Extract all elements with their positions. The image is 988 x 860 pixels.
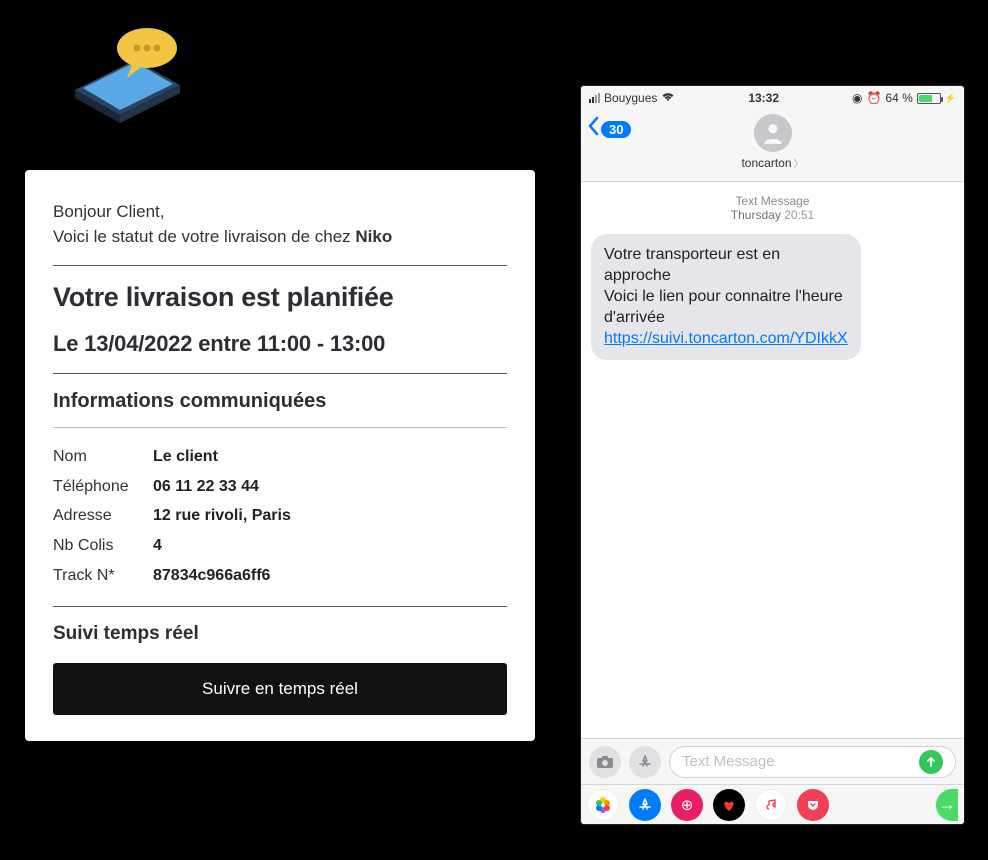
camera-button[interactable] — [589, 746, 621, 778]
back-button[interactable]: 30 — [587, 116, 631, 142]
status-bar: Bouygues 13:32 ◉ ⏰ 64 % ⚡ — [581, 86, 964, 110]
charging-icon: ⚡ — [945, 93, 956, 104]
table-row: Track N* 87834c966a6ff6 — [53, 561, 507, 591]
sender-name: Niko — [355, 227, 392, 246]
email-greeting: Bonjour Client, Voici le statut de votre… — [53, 200, 507, 249]
nav-bar: 30 toncarton 〉 — [581, 110, 964, 182]
chevron-right-icon: 〉 — [794, 155, 804, 170]
tracking-link[interactable]: https://suivi.toncarton.com/YDIkkX — [604, 328, 848, 349]
divider — [53, 427, 507, 428]
info-table: Nom Le client Téléphone 06 11 22 33 44 A… — [53, 442, 507, 590]
iphone-messages-screen: Bouygues 13:32 ◉ ⏰ 64 % ⚡ 30 toncarton 〉 — [580, 85, 965, 825]
divider — [53, 606, 507, 607]
divider — [53, 265, 507, 266]
address-value: 12 rue rivoli, Paris — [153, 501, 291, 531]
delivery-status-title: Votre livraison est planifiée — [53, 282, 507, 313]
phone-label: Téléphone — [53, 472, 153, 502]
do-not-disturb-icon: ◉ — [852, 91, 862, 105]
status-right: ◉ ⏰ 64 % ⚡ — [852, 91, 956, 105]
greeting-line2: Voici le statut de votre livraison de ch… — [53, 225, 507, 250]
message-input[interactable]: Text Message — [669, 746, 956, 778]
name-label: Nom — [53, 442, 153, 472]
packages-label: Nb Colis — [53, 531, 153, 561]
greeting-line1: Bonjour Client, — [53, 200, 507, 225]
music-app-icon[interactable] — [755, 789, 787, 821]
table-row: Nb Colis 4 — [53, 531, 507, 561]
status-time: 13:32 — [748, 91, 779, 105]
back-badge-count: 30 — [601, 121, 631, 138]
battery-icon — [917, 93, 941, 104]
info-section-title: Informations communiquées — [53, 390, 507, 413]
appstore-app-icon[interactable] — [629, 789, 661, 821]
battery-percent: 64 % — [885, 91, 912, 105]
message-input-bar: Text Message — [581, 738, 964, 784]
wifi-icon — [661, 91, 675, 105]
table-row: Nom Le client — [53, 442, 507, 472]
sms-line2: Voici le lien pour connaitre l'heure d'a… — [604, 286, 848, 328]
app-store-button[interactable] — [629, 746, 661, 778]
sms-line1: Votre transporteur est en approche — [604, 244, 848, 286]
status-left: Bouygues — [589, 91, 675, 105]
phone-sms-illustration — [65, 20, 195, 130]
divider — [53, 373, 507, 374]
signal-icon — [589, 93, 600, 103]
name-value: Le client — [153, 442, 218, 472]
message-thread[interactable]: Text Message Thursday 20:51 Votre transp… — [581, 182, 964, 372]
search-app-icon[interactable]: ⊕ — [671, 789, 703, 821]
placeholder-text: Text Message — [682, 753, 775, 770]
imessage-app-strip: ⊕ → — [581, 784, 964, 824]
sms-bubble: Votre transporteur est en approche Voici… — [591, 234, 861, 360]
tracking-value: 87834c966a6ff6 — [153, 561, 270, 591]
table-row: Adresse 12 rue rivoli, Paris — [53, 501, 507, 531]
packages-value: 4 — [153, 531, 162, 561]
more-apps-button[interactable]: → — [936, 789, 958, 821]
contact-avatar[interactable] — [754, 114, 792, 152]
alarm-icon: ⏰ — [866, 91, 881, 105]
delivery-status-date: Le 13/04/2022 entre 11:00 - 13:00 — [53, 331, 507, 357]
tracking-label: Track N* — [53, 561, 153, 591]
photos-app-icon[interactable] — [587, 789, 619, 821]
fitness-app-icon[interactable] — [713, 789, 745, 821]
pocket-app-icon[interactable] — [797, 789, 829, 821]
thread-timestamp: Text Message Thursday 20:51 — [591, 194, 954, 222]
address-label: Adresse — [53, 501, 153, 531]
realtime-title: Suivi temps réel — [53, 623, 507, 645]
carrier-name: Bouygues — [604, 91, 657, 105]
table-row: Téléphone 06 11 22 33 44 — [53, 472, 507, 502]
delivery-email-card: Bonjour Client, Voici le statut de votre… — [25, 170, 535, 741]
send-button[interactable] — [919, 750, 943, 774]
follow-realtime-button[interactable]: Suivre en temps réel — [53, 663, 507, 715]
chevron-left-icon — [587, 116, 599, 142]
phone-value: 06 11 22 33 44 — [153, 472, 259, 502]
contact-name[interactable]: toncarton 〉 — [741, 155, 803, 170]
